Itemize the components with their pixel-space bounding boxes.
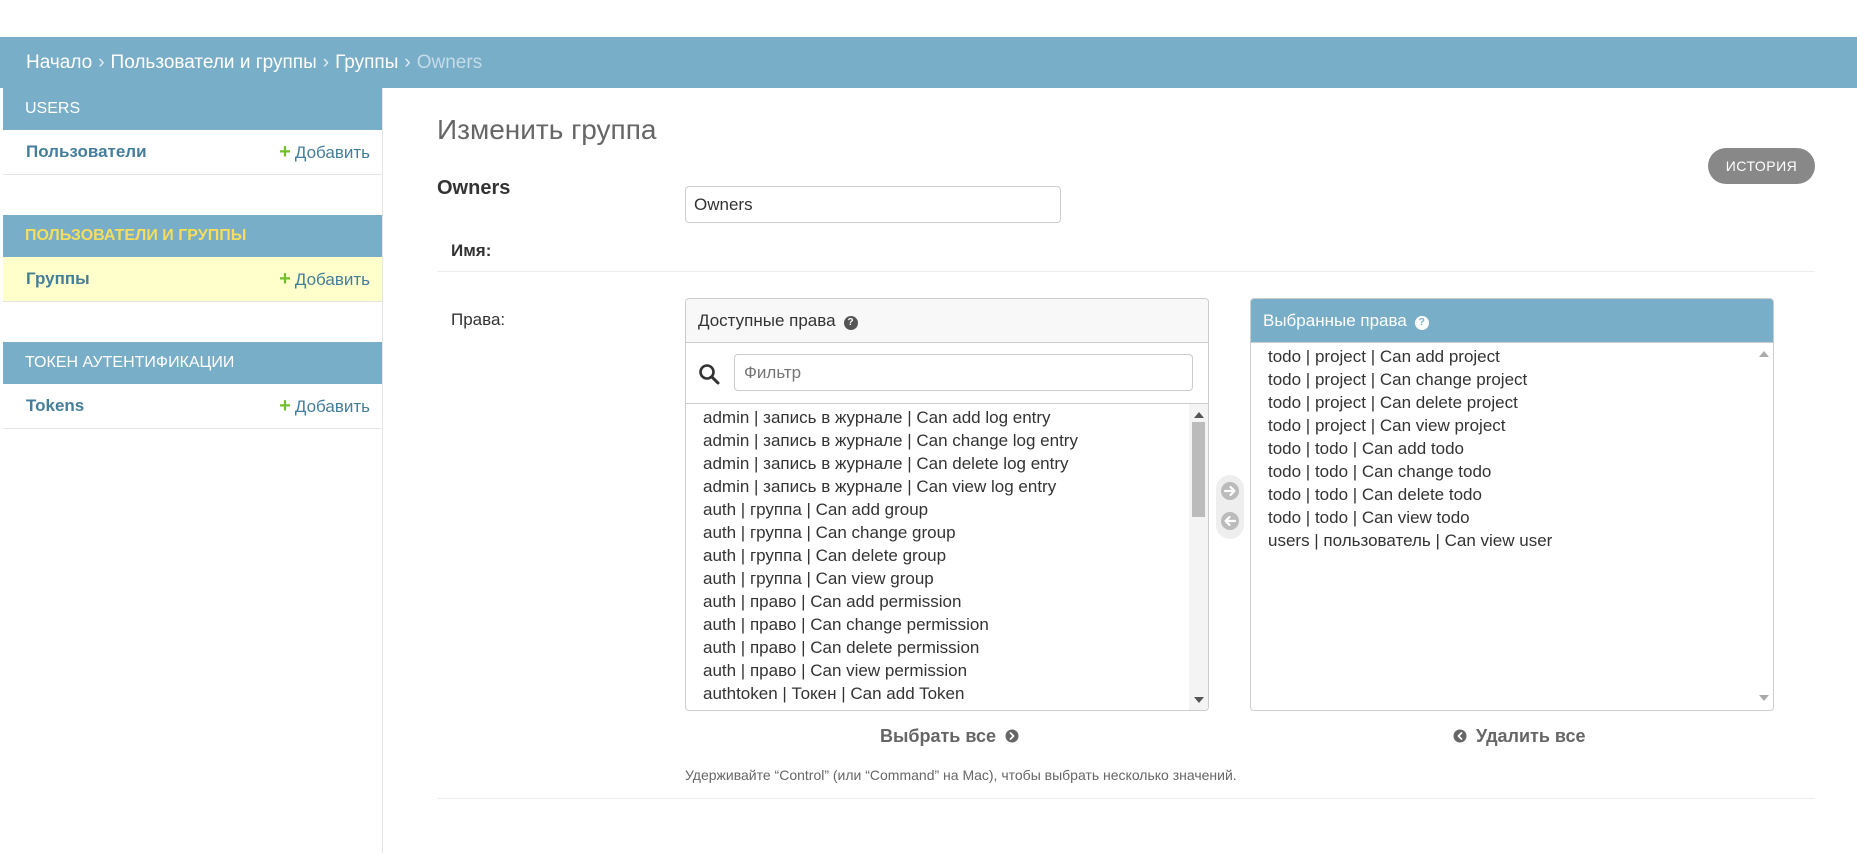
name-field[interactable] — [685, 186, 1061, 223]
page-title: Изменить группа — [437, 114, 657, 145]
permission-option[interactable]: todo | project | Can delete project — [1251, 391, 1773, 414]
arrow-left-icon[interactable] — [1220, 511, 1240, 531]
permission-option[interactable]: admin | запись в журнале | Can add log e… — [686, 406, 1208, 429]
form-row-name — [437, 218, 1815, 272]
module-caption-auth[interactable]: Пользователи и группы — [3, 215, 382, 257]
remove-all-button[interactable]: Удалить все — [1453, 726, 1586, 747]
filter-row — [686, 343, 1208, 404]
arrow-right-icon — [1005, 729, 1019, 743]
permission-option[interactable]: auth | группа | Can view group — [686, 567, 1208, 590]
permission-option[interactable]: authtoken | Токен | Can change Token — [686, 705, 1208, 710]
permissions-label: Права: — [451, 310, 506, 329]
chosen-permissions-list[interactable]: todo | project | Can add project todo | p… — [1251, 343, 1773, 709]
permission-option[interactable]: auth | право | Can view permission — [686, 659, 1208, 682]
permission-option[interactable]: authtoken | Токен | Can add Token — [686, 682, 1208, 705]
top-spacer — [0, 0, 1857, 37]
breadcrumb-home[interactable]: Начало — [26, 52, 92, 73]
permission-option[interactable]: todo | project | Can change project — [1251, 368, 1773, 391]
permission-option[interactable]: users | пользователь | Can view user — [1251, 529, 1773, 552]
filter-input[interactable] — [734, 354, 1193, 391]
search-icon — [699, 364, 720, 385]
breadcrumb: Начало › Пользователи и группы › Группы › Owne… — [0, 37, 1857, 88]
permission-option[interactable]: todo | project | Can view project — [1251, 414, 1773, 437]
available-permissions-list[interactable]: admin | запись в журнале | Can add log e… — [686, 404, 1208, 710]
chosen-permissions-title: Выбранные права? — [1251, 299, 1773, 343]
add-user-button[interactable]: + Добавить — [279, 130, 370, 175]
plus-icon: + — [279, 395, 291, 417]
scroll-down-icon[interactable] — [1194, 697, 1204, 703]
breadcrumb-separator: › — [322, 52, 330, 73]
name-label: Имя: — [451, 241, 492, 260]
object-name: Owners — [437, 177, 511, 199]
remove-all-label: Удалить все — [1476, 726, 1586, 746]
permission-option[interactable]: auth | группа | Can delete group — [686, 544, 1208, 567]
available-scrollbar[interactable] — [1189, 404, 1208, 710]
add-label: Добавить — [294, 397, 370, 416]
breadcrumb-current: Owners — [416, 52, 483, 73]
breadcrumb-separator: › — [98, 52, 105, 73]
sidebar-item-users: Пользователи + Добавить — [3, 130, 382, 175]
permission-option[interactable]: admin | запись в журнале | Can change lo… — [686, 429, 1208, 452]
permission-option[interactable]: auth | группа | Can change group — [686, 521, 1208, 544]
permission-option[interactable]: auth | право | Can change permission — [686, 613, 1208, 636]
add-token-button[interactable]: + Добавить — [279, 384, 370, 429]
selector-mover — [1216, 475, 1244, 539]
help-icon[interactable]: ? — [1414, 316, 1429, 330]
help-text: Удерживайте “Control” (или “Command” на … — [685, 767, 1237, 783]
arrow-left-icon — [1453, 729, 1467, 743]
arrow-right-icon[interactable] — [1220, 481, 1240, 501]
permission-option[interactable]: admin | запись в журнале | Can delete lo… — [686, 452, 1208, 475]
sidebar-item-users-link[interactable]: Пользователи — [26, 142, 147, 161]
permission-option[interactable]: todo | todo | Can add todo — [1251, 437, 1773, 460]
permission-option[interactable]: auth | право | Can delete permission — [686, 636, 1208, 659]
breadcrumb-section[interactable]: Пользователи и группы — [111, 52, 317, 73]
help-icon[interactable]: ? — [843, 316, 858, 330]
breadcrumb-model[interactable]: Группы — [335, 52, 398, 73]
module-caption-authtoken[interactable]: Токен аутентификации — [3, 342, 382, 384]
module-auth: Пользователи и группы Группы + Добавить — [3, 215, 382, 302]
permission-option[interactable]: admin | запись в журнале | Can view log … — [686, 475, 1208, 498]
permission-option[interactable]: todo | todo | Can view todo — [1251, 506, 1773, 529]
divider — [437, 798, 1815, 799]
permission-option[interactable]: todo | todo | Can change todo — [1251, 460, 1773, 483]
history-button[interactable]: ИСТОРИЯ — [1708, 148, 1815, 184]
plus-icon: + — [279, 141, 291, 163]
sidebar-item-tokens-link[interactable]: Tokens — [26, 396, 84, 415]
module-users: Users Пользователи + Добавить — [3, 88, 382, 175]
sidebar-item-groups: Группы + Добавить — [3, 257, 382, 302]
permission-option[interactable]: todo | project | Can add project — [1251, 345, 1773, 368]
breadcrumb-separator: › — [404, 52, 411, 73]
add-label: Добавить — [294, 143, 370, 162]
module-caption-users[interactable]: Users — [3, 88, 382, 130]
chosen-title-text: Выбранные права — [1263, 311, 1407, 330]
add-label: Добавить — [294, 270, 370, 289]
scrollbar-thumb[interactable] — [1192, 422, 1205, 517]
module-authtoken: Токен аутентификации Tokens + Добавить — [3, 342, 382, 429]
permission-option[interactable]: auth | право | Can add permission — [686, 590, 1208, 613]
available-permissions-title: Доступные права? — [686, 299, 1208, 343]
chosen-scrollbar[interactable] — [1754, 343, 1773, 709]
sidebar-nav: Users Пользователи + Добавить Пользовател… — [3, 88, 383, 853]
add-group-button[interactable]: + Добавить — [279, 257, 370, 302]
choose-all-label: Выбрать все — [880, 726, 997, 746]
available-permissions-box: Доступные права? admin | запись в журнал… — [685, 298, 1209, 711]
permission-option[interactable]: todo | todo | Can delete todo — [1251, 483, 1773, 506]
permission-option[interactable]: auth | группа | Can add group — [686, 498, 1208, 521]
plus-icon: + — [279, 268, 291, 290]
choose-all-button[interactable]: Выбрать все — [880, 726, 1019, 747]
scroll-up-icon[interactable] — [1194, 412, 1204, 418]
chosen-permissions-box: Выбранные права? todo | project | Can ad… — [1250, 298, 1774, 711]
available-title-text: Доступные права — [698, 311, 836, 330]
sidebar-item-tokens: Tokens + Добавить — [3, 384, 382, 429]
scroll-up-icon[interactable] — [1759, 351, 1769, 357]
sidebar-item-groups-link[interactable]: Группы — [26, 269, 90, 288]
scroll-down-icon[interactable] — [1759, 695, 1769, 701]
